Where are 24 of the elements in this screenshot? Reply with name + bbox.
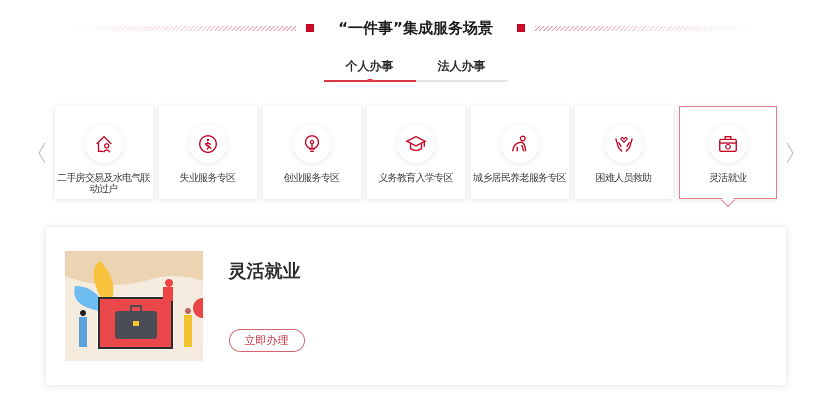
- tab[interactable]: 个人办事: [324, 52, 416, 82]
- square-icon: [306, 24, 314, 32]
- tab[interactable]: 法人办事: [416, 52, 508, 82]
- toolbox-icon: [716, 133, 738, 155]
- chevron-right-icon[interactable]: [784, 142, 794, 164]
- card-label: 创业服务专区: [284, 173, 340, 184]
- running-person-icon: [196, 133, 218, 155]
- detail-title: 灵活就业: [228, 260, 300, 283]
- chevron-left-icon[interactable]: [36, 142, 46, 164]
- scenario-card[interactable]: 失业服务专区: [158, 106, 256, 199]
- scenario-card[interactable]: 义务教育入学专区: [366, 106, 464, 199]
- square-icon: [516, 24, 525, 32]
- scenario-card[interactable]: 二手房交易及水电气联动过户: [54, 106, 152, 199]
- scenario-card[interactable]: 创业服务专区: [262, 106, 360, 199]
- card-label: 失业服务专区: [180, 173, 236, 184]
- scenario-card[interactable]: 城乡居民养老服务专区: [470, 106, 568, 199]
- card-label: 灵活就业: [708, 173, 746, 184]
- card-label: 义务教育入学专区: [378, 173, 453, 184]
- card-label: 城乡居民养老服务专区: [472, 173, 566, 184]
- scenario-card[interactable]: 困难人员救助: [574, 106, 672, 199]
- apply-button[interactable]: 立即办理: [228, 329, 304, 352]
- card-label: 困难人员救助: [596, 173, 652, 184]
- card-label: 二手房交易及水电气联动过户: [56, 173, 151, 195]
- section-title: “一件事”集成服务场景: [338, 18, 493, 38]
